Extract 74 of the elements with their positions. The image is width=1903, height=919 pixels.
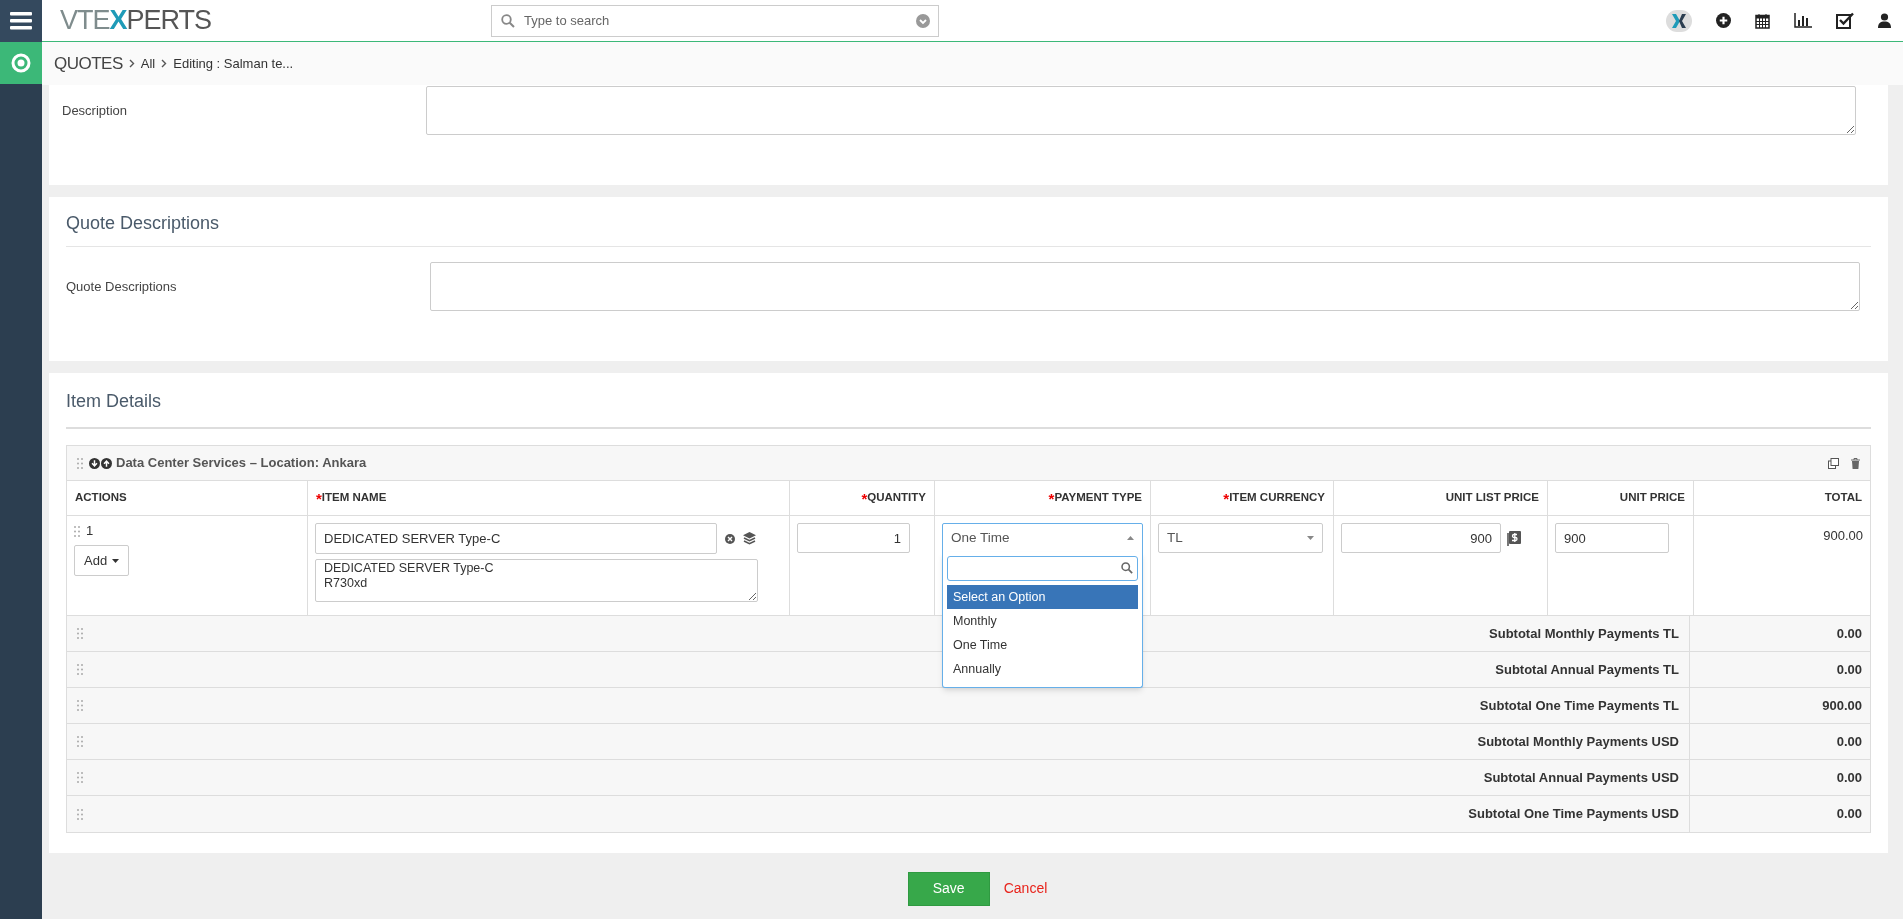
- breadcrumb-link[interactable]: All: [140, 53, 156, 74]
- drag-handle-icon[interactable]: [77, 664, 83, 675]
- field-label: Quote Descriptions: [65, 277, 178, 296]
- cancel-link[interactable]: Cancel: [1003, 878, 1048, 899]
- unit-list-price-field[interactable]: 900: [1341, 523, 1501, 553]
- section-title: Item Details: [66, 373, 1871, 429]
- item-name-field[interactable]: DEDICATED SERVER Type-C: [315, 523, 717, 554]
- layers-icon[interactable]: [743, 532, 756, 545]
- unit-price-field[interactable]: 900: [1555, 523, 1669, 553]
- text-area-field[interactable]: [430, 262, 1860, 311]
- drag-handle-icon[interactable]: [77, 628, 83, 639]
- dropdown-option[interactable]: Monthly: [947, 609, 1138, 633]
- column-header: TOTAL: [1823, 490, 1863, 506]
- bar-chart-icon[interactable]: [1794, 13, 1812, 28]
- block-title: Data Center Services – Location: Ankara: [116, 454, 368, 473]
- add-dropdown-button[interactable]: Add: [74, 545, 130, 576]
- drag-handle-icon[interactable]: [77, 457, 83, 469]
- clear-icon[interactable]: [725, 533, 735, 544]
- menu-icon[interactable]: [10, 12, 32, 30]
- column-header: UNIT PRICE: [1548, 481, 1694, 515]
- subtotal-value: 900.00: [1821, 696, 1863, 715]
- subtotal-label: Subtotal One Time Payments USD: [1468, 805, 1679, 824]
- subtotal-label: Subtotal Monthly Payments TL: [1489, 624, 1679, 643]
- calendar-icon[interactable]: [1755, 12, 1770, 29]
- payment-type-select[interactable]: One Time: [942, 523, 1143, 553]
- drag-handle-icon[interactable]: [77, 736, 83, 747]
- search-field[interactable]: Type to search: [491, 4, 939, 37]
- subtotal-value: 0.00: [1835, 660, 1863, 679]
- drag-handle-icon[interactable]: [77, 700, 83, 711]
- subtotal-label: Subtotal Annual Payments TL: [1495, 660, 1679, 679]
- subtotal-value: 0.00: [1835, 624, 1863, 643]
- chevron-right-icon: [128, 59, 135, 68]
- checkbox-icon[interactable]: [1836, 12, 1854, 29]
- subtotal-value: 0.00: [1835, 768, 1863, 787]
- subtotal-label: Subtotal Monthly Payments USD: [1477, 732, 1679, 751]
- section-title: Quote Descriptions: [66, 197, 1871, 247]
- text-area-field[interactable]: [426, 86, 1856, 135]
- dropdown-option[interactable]: Select an Option: [947, 585, 1138, 609]
- chevron-right-icon: [161, 59, 168, 68]
- search-icon: [501, 13, 515, 28]
- drag-handle-icon[interactable]: [74, 525, 80, 537]
- drag-handle-icon[interactable]: [77, 772, 83, 783]
- quantity-field[interactable]: 1: [797, 523, 910, 553]
- row-number: 1: [86, 522, 94, 541]
- plus-circle-icon[interactable]: [1716, 13, 1731, 28]
- subtotal-value: 0.00: [1835, 805, 1863, 824]
- subtotal-label: Subtotal Annual Payments USD: [1483, 768, 1679, 787]
- subtotal-value: 0.00: [1835, 732, 1863, 751]
- caret-icon: [112, 558, 120, 563]
- app-logo-icon[interactable]: [1666, 9, 1692, 32]
- dropdown-option[interactable]: One Time: [947, 633, 1138, 657]
- breadcrumb-link[interactable]: QUOTES: [54, 50, 123, 77]
- dropdown-option[interactable]: Annually: [947, 657, 1138, 681]
- user-icon[interactable]: [1878, 13, 1891, 28]
- price-book-icon[interactable]: [1507, 530, 1521, 546]
- total-value: 900.00: [1822, 527, 1863, 545]
- trash-icon[interactable]: [1851, 457, 1860, 469]
- chevron-down-icon[interactable]: [916, 13, 930, 28]
- target-icon: [11, 53, 31, 73]
- subtotal-label: Subtotal One Time Payments TL: [1479, 696, 1679, 715]
- arrow-down-circle-icon[interactable]: [89, 457, 100, 469]
- copy-icon[interactable]: [1828, 457, 1839, 469]
- search-icon: [1121, 562, 1133, 574]
- column-header: UNIT LIST PRICE: [1334, 481, 1548, 515]
- item-description-field[interactable]: DEDICATED SERVER Type-C R730xd: [315, 559, 758, 602]
- column-header: ACTIONS: [67, 481, 308, 515]
- currency-select[interactable]: TL: [1158, 523, 1323, 553]
- field-label: Description: [61, 101, 129, 120]
- caret-icon: [1307, 536, 1314, 540]
- caret-up-icon: [1127, 536, 1134, 540]
- dropdown-search-field[interactable]: [947, 556, 1138, 581]
- arrow-up-circle-icon[interactable]: [101, 457, 112, 469]
- drag-handle-icon[interactable]: [77, 808, 83, 820]
- logo[interactable]: VTEXPERTS: [60, 7, 491, 34]
